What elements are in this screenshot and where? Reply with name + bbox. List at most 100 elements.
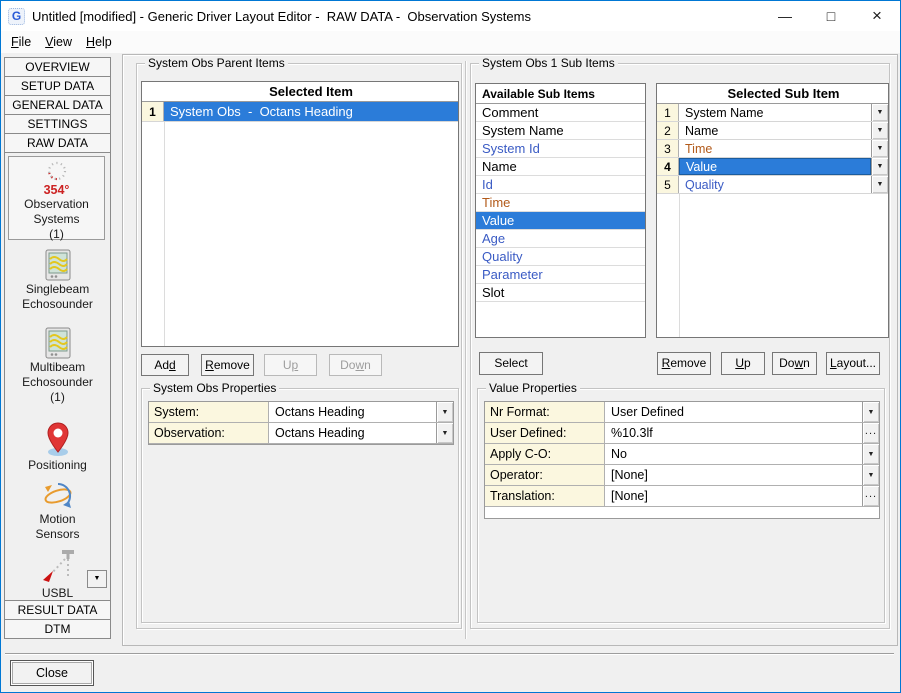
maximize-icon: □	[827, 8, 835, 24]
dropdown-button[interactable]: ▼	[862, 402, 879, 422]
list-item-selected[interactable]: Value	[476, 212, 645, 230]
parent-items-table-header: Selected Item	[142, 82, 458, 102]
minimize-button[interactable]: —	[762, 1, 808, 31]
sidebar-item-positioning[interactable]: Positioning	[6, 421, 109, 477]
property-row: User Defined: %10.3lf ...	[485, 423, 879, 444]
sidebar-tab-overview[interactable]: OVERVIEW	[4, 57, 111, 77]
dropdown-button[interactable]: ▼	[871, 140, 888, 157]
maximize-button[interactable]: □	[808, 1, 854, 31]
sidebar-item-multibeam-echosounder[interactable]: Multibeam Echosounder (1)	[6, 327, 109, 419]
list-item[interactable]: Id	[476, 176, 645, 194]
sidebar-tab-result-data[interactable]: RESULT DATA	[4, 600, 111, 620]
down-sub-button[interactable]: Down	[772, 352, 817, 375]
chevron-down-icon: ▼	[442, 409, 449, 416]
sidebar-scroll-down-button[interactable]: ▼	[87, 570, 107, 588]
apply-co-dropdown[interactable]: No	[605, 444, 862, 464]
property-label: Nr Format:	[485, 402, 605, 422]
available-sub-items-header: Available Sub Items	[476, 84, 645, 104]
property-row: Nr Format: User Defined ▼	[485, 402, 879, 423]
sub-item-dropdown[interactable]: System Name	[679, 104, 871, 121]
dropdown-button[interactable]: ▼	[436, 423, 453, 443]
menu-file[interactable]: File	[4, 33, 38, 51]
property-label: Operator:	[485, 465, 605, 485]
list-item[interactable]: Comment	[476, 104, 645, 122]
ellipsis-button[interactable]: ...	[862, 423, 879, 443]
rotation-icon	[40, 481, 76, 511]
chevron-down-icon: ▼	[868, 451, 875, 458]
down-button[interactable]: Down	[329, 354, 382, 376]
operator-dropdown[interactable]: [None]	[605, 465, 862, 485]
property-row: Observation: Octans Heading ▼	[149, 423, 453, 444]
sidebar-tab-settings[interactable]: SETTINGS	[4, 114, 111, 134]
up-sub-button[interactable]: Up	[721, 352, 765, 375]
menu-help[interactable]: Help	[79, 33, 119, 51]
row-number: 3	[657, 140, 679, 157]
ellipsis-button[interactable]: ...	[862, 486, 879, 506]
dropdown-button[interactable]: ▼	[862, 465, 879, 485]
sidebar-item-motion-sensors[interactable]: Motion Sensors	[6, 481, 109, 549]
table-row[interactable]: 1 System Name ▼	[657, 104, 888, 122]
group-value-properties-label: Value Properties	[486, 381, 580, 395]
table-column-line	[679, 194, 680, 337]
table-row-selected[interactable]: 4 Value ▼	[657, 158, 888, 176]
dropdown-button[interactable]: ▼	[871, 122, 888, 139]
dropdown-button[interactable]: ▼	[436, 402, 453, 422]
dropdown-button[interactable]: ▼	[871, 104, 888, 121]
sub-item-dropdown[interactable]: Name	[679, 122, 871, 139]
group-system-obs-properties: System Obs Properties System: Octans Hea…	[141, 388, 459, 623]
remove-button[interactable]: Remove	[201, 354, 254, 376]
table-row[interactable]: 3 Time ▼	[657, 140, 888, 158]
chevron-down-icon: ▼	[877, 145, 884, 152]
list-item[interactable]: Parameter	[476, 266, 645, 284]
chevron-down-icon: ▼	[877, 181, 884, 188]
property-row: System: Octans Heading ▼	[149, 402, 453, 423]
dropdown-button[interactable]: ▼	[871, 158, 888, 175]
sidebar-tab-dtm[interactable]: DTM	[4, 619, 111, 639]
group-parent-items: System Obs Parent Items Selected Item 1 …	[136, 63, 462, 629]
window-controls: — □ ×	[762, 1, 900, 31]
add-button[interactable]: Add	[141, 354, 189, 376]
menu-view[interactable]: View	[38, 33, 79, 51]
system-obs-properties-table: System: Octans Heading ▼ Observation: Oc…	[148, 401, 454, 445]
list-item[interactable]: Slot	[476, 284, 645, 302]
sidebar-tab-setup-data[interactable]: SETUP DATA	[4, 76, 111, 96]
table-row[interactable]: 2 Name ▼	[657, 122, 888, 140]
sidebar-tab-general-data[interactable]: GENERAL DATA	[4, 95, 111, 115]
dropdown-button[interactable]: ▼	[871, 176, 888, 193]
sub-item-dropdown[interactable]: Quality	[679, 176, 871, 193]
footer-separator	[5, 653, 894, 655]
sub-item-dropdown[interactable]: Value	[679, 158, 871, 175]
translation-field[interactable]: [None]	[605, 486, 862, 506]
table-row[interactable]: 1 System Obs - Octans Heading	[142, 102, 458, 122]
sidebar-item-singlebeam-echosounder[interactable]: Singlebeam Echosounder	[6, 249, 109, 325]
chevron-down-icon: ▼	[868, 472, 875, 479]
up-button[interactable]: Up	[264, 354, 317, 376]
sidebar-tab-raw-data[interactable]: RAW DATA	[4, 133, 111, 153]
list-item[interactable]: Time	[476, 194, 645, 212]
select-button[interactable]: Select	[479, 352, 543, 375]
close-button[interactable]: Close	[10, 660, 94, 686]
list-item[interactable]: System Id	[476, 140, 645, 158]
observation-dropdown[interactable]: Octans Heading	[269, 423, 436, 443]
minimize-icon: —	[778, 8, 792, 24]
selected-sub-item-header: Selected Sub Item	[657, 84, 888, 104]
sub-item-dropdown[interactable]: Time	[679, 140, 871, 157]
remove-sub-button[interactable]: Remove	[657, 352, 711, 375]
sidebar-item-observation-systems[interactable]: 354° Observation Systems (1)	[8, 156, 105, 240]
nr-format-dropdown[interactable]: User Defined	[605, 402, 862, 422]
list-item[interactable]: Age	[476, 230, 645, 248]
property-label: Translation:	[485, 486, 605, 506]
user-defined-field[interactable]: %10.3lf	[605, 423, 862, 443]
chevron-down-icon: ▼	[877, 127, 884, 134]
list-item[interactable]: System Name	[476, 122, 645, 140]
close-window-button[interactable]: ×	[854, 1, 900, 31]
parent-item-value: System Obs - Octans Heading	[164, 102, 458, 121]
system-dropdown[interactable]: Octans Heading	[269, 402, 436, 422]
column-header-selected-sub-item: Selected Sub Item	[679, 86, 888, 101]
list-item[interactable]: Name	[476, 158, 645, 176]
dropdown-button[interactable]: ▼	[862, 444, 879, 464]
list-item[interactable]: Quality	[476, 248, 645, 266]
layout-button[interactable]: Layout...	[826, 352, 880, 375]
table-row[interactable]: 5 Quality ▼	[657, 176, 888, 194]
property-row: Operator: [None] ▼	[485, 465, 879, 486]
